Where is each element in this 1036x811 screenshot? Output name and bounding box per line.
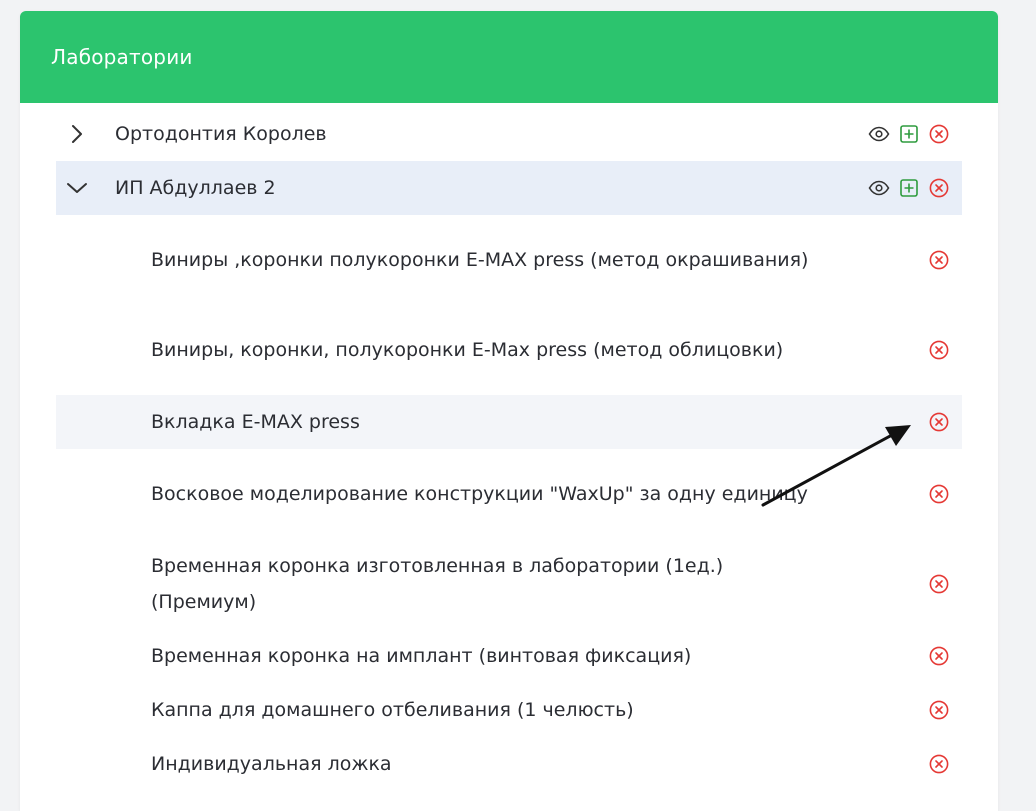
service-name: Восковое моделирование конструкции "WaxU… [151,483,808,505]
panel-title: Лаборатории [51,45,193,69]
close-circle-icon[interactable] [928,249,950,271]
service-name: Временная коронка на имплант (винтовая ф… [151,645,692,667]
service-name: Виниры, коронки, полукоронки E-Max press… [151,339,784,361]
service-actions [928,339,950,361]
chevron-right-icon[interactable] [66,123,88,145]
close-circle-icon[interactable] [928,699,950,721]
close-circle-icon[interactable] [928,573,950,595]
service-actions [928,573,950,595]
service-name: Каппа для домашнего отбеливания (1 челюс… [151,699,634,721]
service-name: Индивидуальная ложка [151,753,392,775]
close-circle-icon[interactable] [928,177,950,199]
service-actions [928,753,950,775]
plus-square-icon[interactable] [898,177,920,199]
service-row[interactable]: Временная коронка на имплант (винтовая ф… [56,629,962,683]
service-name: Виниры ,коронки полукоронки E-MAX press … [151,249,809,271]
eye-icon[interactable] [868,123,890,145]
lab-row-ip-abdullaev-2[interactable]: ИП Абдуллаев 2 [56,161,962,215]
service-actions [928,645,950,667]
service-name: Вкладка E-MAX press [151,411,360,433]
close-circle-icon[interactable] [928,123,950,145]
lab-actions [868,177,950,199]
eye-icon[interactable] [868,177,890,199]
service-row[interactable]: Вкладка E-MAX press [56,395,962,449]
service-row[interactable]: Временная коронка изготовленная в лабора… [56,539,962,629]
service-row[interactable]: Индивидуальная ложка [56,737,962,791]
close-circle-icon[interactable] [928,753,950,775]
service-actions [928,483,950,505]
service-row[interactable]: Каппа для домашнего отбеливания (1 челюс… [56,683,962,737]
laboratories-panel: Лаборатории Ортодонтия Королев ИП Абдулл… [20,11,998,811]
close-circle-icon[interactable] [928,411,950,433]
service-row[interactable]: Виниры ,коронки полукоронки E-MAX press … [56,215,962,305]
lab-actions [868,123,950,145]
service-actions [928,249,950,271]
close-circle-icon[interactable] [928,339,950,361]
close-circle-icon[interactable] [928,645,950,667]
plus-square-icon[interactable] [898,123,920,145]
service-row[interactable]: Восковое моделирование конструкции "WaxU… [56,449,962,539]
service-row[interactable]: Виниры, коронки, полукоронки E-Max press… [56,305,962,395]
lab-name: Ортодонтия Королев [115,123,327,145]
chevron-down-icon[interactable] [66,177,88,199]
service-actions [928,699,950,721]
service-actions [928,411,950,433]
service-name: Временная коронка изготовленная в лабора… [151,555,724,613]
lab-row-ortodontiya-korolev[interactable]: Ортодонтия Королев [56,107,962,161]
close-circle-icon[interactable] [928,483,950,505]
panel-header: Лаборатории [20,11,998,103]
lab-name: ИП Абдуллаев 2 [115,177,276,199]
